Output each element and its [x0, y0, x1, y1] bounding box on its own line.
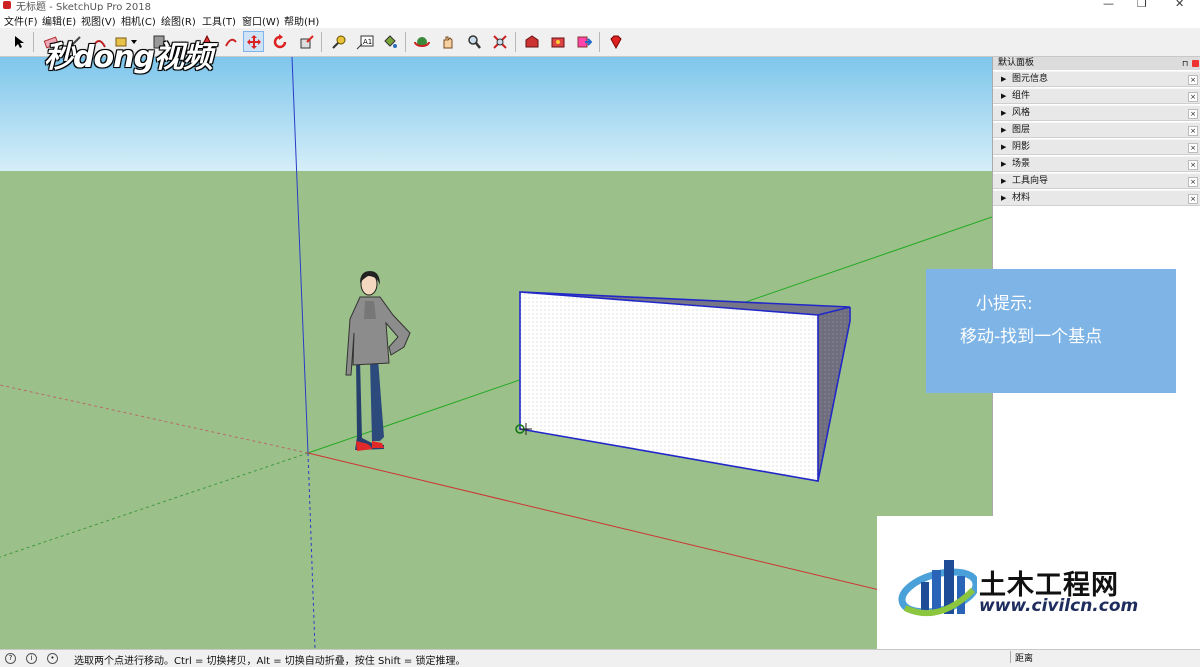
- close-icon[interactable]: ×: [1188, 143, 1198, 153]
- tray-title: 默认面板: [998, 58, 1035, 68]
- menu-tools[interactable]: 工具(T): [202, 13, 236, 28]
- menu-file[interactable]: 文件(F): [4, 13, 38, 28]
- civilcn-logo-icon: [898, 560, 977, 617]
- tray-item-shadows[interactable]: ▶ 阴影 ×: [993, 139, 1200, 155]
- tray-item-entity-info[interactable]: ▶ 图元信息 ×: [993, 71, 1200, 87]
- user-account-icon[interactable]: •: [47, 653, 58, 664]
- tray-item-components[interactable]: ▶ 组件 ×: [993, 88, 1200, 104]
- tray-item-styles[interactable]: ▶ 风格 ×: [993, 105, 1200, 121]
- expand-triangle-icon: ▶: [1001, 177, 1007, 185]
- warehouse-3d-icon[interactable]: [521, 31, 542, 52]
- tip-heading: 小提示:: [976, 294, 1033, 314]
- tray-close-icon[interactable]: [1192, 60, 1199, 67]
- close-icon[interactable]: ×: [1188, 75, 1198, 85]
- close-icon[interactable]: ×: [1188, 177, 1198, 187]
- tray-item-layers[interactable]: ▶ 图层 ×: [993, 122, 1200, 138]
- menu-bar: 文件(F) 编辑(E) 视图(V) 相机(C) 绘图(R) 工具(T) 窗口(W…: [0, 11, 1200, 28]
- orbit-tool-icon[interactable]: [411, 31, 432, 52]
- send-to-layout-icon[interactable]: [573, 31, 594, 52]
- text-tool-icon[interactable]: A1: [354, 31, 375, 52]
- tape-measure-tool-icon[interactable]: [328, 31, 349, 52]
- site-logo-overlay: 土木工程网 www.civilcn.com: [877, 516, 1165, 659]
- sketchup-app-icon: [3, 1, 11, 9]
- zoom-extents-tool-icon[interactable]: [489, 31, 510, 52]
- status-bar: ? i • 选取两个点进行移动。Ctrl = 切换拷贝，Alt = 切换自动折叠…: [0, 649, 1200, 667]
- close-icon[interactable]: ×: [1188, 160, 1198, 170]
- tip-overlay: 小提示: 移动-找到一个基点: [926, 269, 1176, 393]
- logo-url: www.civilcn.com: [979, 596, 1139, 616]
- expand-triangle-icon: ▶: [1001, 75, 1007, 83]
- credits-icon[interactable]: i: [26, 653, 37, 664]
- close-icon[interactable]: ×: [1188, 109, 1198, 119]
- toolbar-separator: [515, 32, 516, 52]
- minimize-icon[interactable]: —: [1103, 0, 1114, 10]
- close-icon[interactable]: ×: [1188, 194, 1198, 204]
- modeling-viewport[interactable]: [0, 57, 992, 649]
- toolbar-separator: [321, 32, 322, 52]
- close-icon[interactable]: ✕: [1175, 0, 1184, 10]
- select-tool-icon[interactable]: [8, 31, 29, 52]
- expand-triangle-icon: ▶: [1001, 194, 1007, 202]
- expand-triangle-icon: ▶: [1001, 109, 1007, 117]
- menu-camera[interactable]: 相机(C): [121, 13, 156, 28]
- restore-icon[interactable]: ❐: [1137, 0, 1147, 10]
- watermark-text: 秒dong视频: [44, 40, 213, 75]
- expand-triangle-icon: ▶: [1001, 143, 1007, 151]
- close-icon[interactable]: ×: [1188, 92, 1198, 102]
- expand-triangle-icon: ▶: [1001, 126, 1007, 134]
- close-icon[interactable]: ×: [1188, 126, 1198, 136]
- expand-triangle-icon: ▶: [1001, 160, 1007, 168]
- menu-window[interactable]: 窗口(W): [242, 13, 280, 28]
- extension-warehouse-icon[interactable]: [547, 31, 568, 52]
- rotate-tool-icon[interactable]: [269, 31, 290, 52]
- zoom-tool-icon[interactable]: [463, 31, 484, 52]
- pan-tool-icon[interactable]: [437, 31, 458, 52]
- window-title: 无标题 - SketchUp Pro 2018: [16, 2, 151, 11]
- tray-item-materials[interactable]: ▶ 材料 ×: [993, 190, 1200, 206]
- menu-help[interactable]: 帮助(H): [284, 13, 319, 28]
- toolbar-separator: [33, 32, 34, 52]
- tray-title-bar: 默认面板 ⊓: [993, 57, 1200, 70]
- ground-plane: [0, 171, 992, 649]
- svg-text:A1: A1: [363, 38, 372, 46]
- follow-me-tool-icon[interactable]: [220, 31, 241, 52]
- toolbar-separator: [405, 32, 406, 52]
- move-tool-icon[interactable]: [243, 31, 264, 52]
- tip-text: 移动-找到一个基点: [960, 327, 1103, 347]
- toolbar-separator: [599, 32, 600, 52]
- paint-bucket-tool-icon[interactable]: [379, 31, 400, 52]
- tray-item-scenes[interactable]: ▶ 场景 ×: [993, 156, 1200, 172]
- expand-triangle-icon: ▶: [1001, 92, 1007, 100]
- tray-item-instructor[interactable]: ▶ 工具向导 ×: [993, 173, 1200, 189]
- menu-draw[interactable]: 绘图(R): [161, 13, 196, 28]
- scale-tool-icon[interactable]: [296, 31, 317, 52]
- pin-icon[interactable]: ⊓: [1182, 60, 1189, 68]
- ruby-console-icon[interactable]: [605, 31, 626, 52]
- geo-location-icon[interactable]: ?: [5, 653, 16, 664]
- menu-edit[interactable]: 编辑(E): [42, 13, 76, 28]
- measurements-label: 距离: [1010, 651, 1043, 664]
- menu-view[interactable]: 视图(V): [81, 13, 116, 28]
- title-bar: 无标题 - SketchUp Pro 2018 — ❐ ✕: [0, 0, 1200, 11]
